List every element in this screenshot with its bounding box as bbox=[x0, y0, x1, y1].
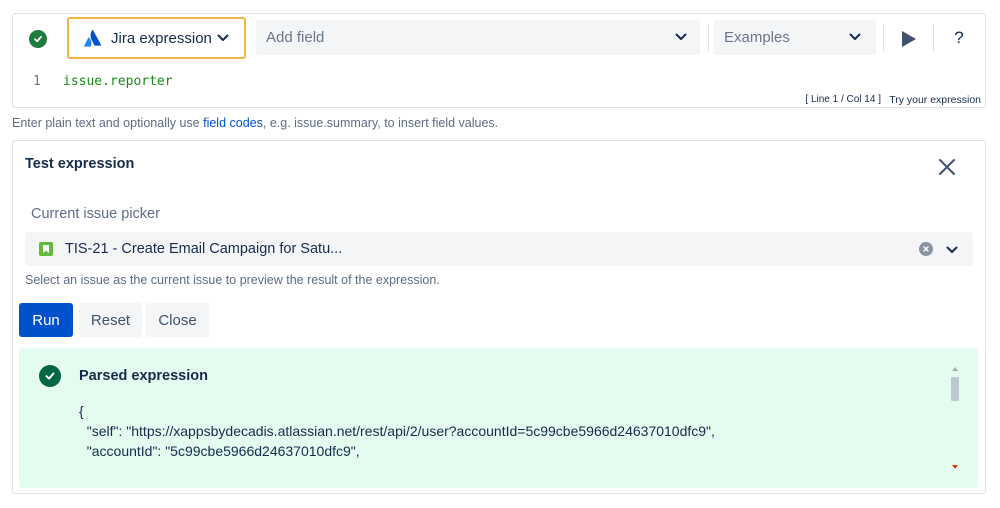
chevron-down-icon bbox=[849, 33, 861, 40]
atlassian-logo-icon bbox=[84, 29, 102, 47]
panel-title: Test expression bbox=[25, 156, 135, 172]
divider bbox=[933, 24, 934, 52]
examples-select[interactable]: Examples bbox=[714, 20, 876, 55]
scroll-up-arrow-icon[interactable] bbox=[952, 367, 958, 371]
divider bbox=[883, 24, 884, 52]
issue-picker-select[interactable]: TIS-21 - Create Email Campaign for Satu.… bbox=[25, 232, 973, 266]
result-panel: Parsed expression { "self": "https://xap… bbox=[19, 348, 978, 488]
hint-text-after: , e.g. issue.summary, to insert field va… bbox=[262, 116, 499, 130]
json-line: "accountId": "5c99cbe5966d24637010dfc9", bbox=[79, 443, 360, 459]
chevron-down-icon bbox=[217, 34, 229, 41]
clear-icon[interactable] bbox=[919, 242, 933, 256]
play-icon bbox=[902, 31, 916, 47]
add-field-placeholder: Add field bbox=[266, 29, 325, 46]
scroll-down-arrow-icon[interactable] bbox=[952, 465, 958, 469]
cursor-position: [ Line 1 / Col 14 ] bbox=[805, 94, 881, 105]
result-scrollbar[interactable] bbox=[950, 367, 960, 469]
code-text[interactable]: issue.reporter bbox=[63, 74, 173, 89]
try-expression-link[interactable]: Try your expression bbox=[889, 94, 981, 106]
line-number: 1 bbox=[33, 74, 41, 89]
field-codes-hint: Enter plain text and optionally use fiel… bbox=[12, 116, 498, 130]
chevron-down-icon[interactable] bbox=[945, 243, 959, 257]
json-line: { bbox=[79, 403, 84, 419]
valid-check-icon bbox=[29, 30, 47, 48]
close-icon[interactable] bbox=[937, 157, 957, 177]
expression-editor: Jira expression Add field Examples ? 1 is… bbox=[12, 13, 986, 108]
examples-placeholder: Examples bbox=[724, 29, 790, 46]
selected-issue: TIS-21 - Create Email Campaign for Satu.… bbox=[65, 241, 343, 257]
scroll-thumb[interactable] bbox=[951, 377, 959, 401]
picker-label: Current issue picker bbox=[31, 206, 160, 222]
picker-help-text: Select an issue as the current issue to … bbox=[25, 273, 440, 287]
code-line[interactable]: 1 issue.reporter bbox=[33, 74, 173, 89]
divider bbox=[708, 24, 709, 52]
result-title: Parsed expression bbox=[79, 368, 208, 384]
help-button[interactable]: ? bbox=[950, 28, 968, 50]
chevron-down-icon bbox=[675, 33, 687, 40]
add-field-select[interactable]: Add field bbox=[256, 20, 700, 55]
expression-type-label: Jira expression bbox=[111, 29, 212, 47]
test-expression-panel: Test expression Current issue picker TIS… bbox=[12, 140, 986, 494]
reset-button[interactable]: Reset bbox=[79, 303, 142, 337]
run-expression-button[interactable] bbox=[897, 28, 921, 50]
result-json: { "self": "https://xappsbydecadis.atlass… bbox=[79, 401, 715, 461]
json-line: "self": "https://xappsbydecadis.atlassia… bbox=[79, 423, 715, 439]
expression-type-select[interactable]: Jira expression bbox=[67, 17, 246, 59]
run-button[interactable]: Run bbox=[19, 303, 73, 337]
story-icon bbox=[39, 242, 53, 256]
hint-text-before: Enter plain text and optionally use bbox=[12, 116, 204, 130]
field-codes-link[interactable]: field codes bbox=[203, 116, 263, 130]
success-check-icon bbox=[39, 365, 61, 387]
close-button[interactable]: Close bbox=[146, 303, 209, 337]
